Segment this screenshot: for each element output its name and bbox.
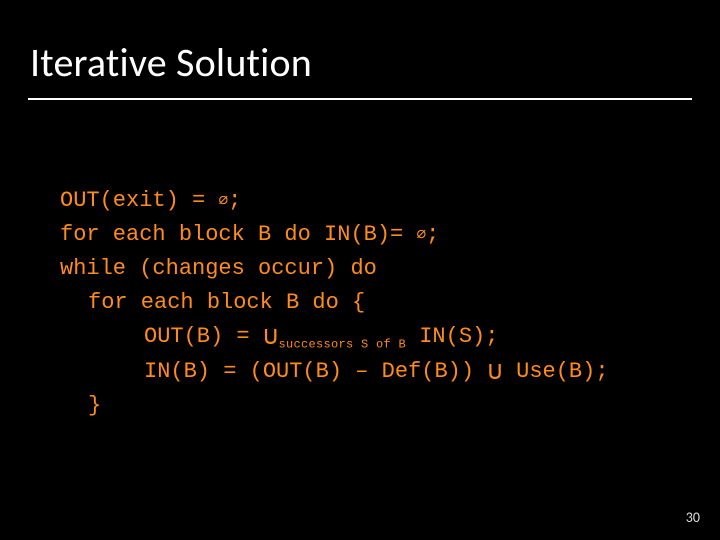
code-text: Use(B); <box>503 359 609 384</box>
empty-set-symbol: ∅ <box>218 192 228 210</box>
union-symbol: ∪ <box>487 357 503 387</box>
slide: Iterative Solution OUT(exit) = ∅; for ea… <box>0 0 720 540</box>
code-text: OUT(exit) = <box>60 188 218 213</box>
code-text: ; <box>228 188 241 213</box>
code-text: OUT(B) = <box>144 324 263 349</box>
code-line-4: for each block B do { <box>60 286 365 320</box>
code-text: IN(S); <box>406 324 498 349</box>
code-block: OUT(exit) = ∅; for each block B do IN(B)… <box>60 150 680 457</box>
code-text: IN(B) = (OUT(B) – Def(B)) <box>144 359 487 384</box>
code-text: ; <box>426 222 439 247</box>
union-symbol: ∪ <box>263 322 279 352</box>
page-number: 30 <box>686 509 700 526</box>
code-line-2: for each block B do IN(B)= ∅; <box>60 222 439 247</box>
subscript-text: successors S of B <box>278 338 406 352</box>
code-line-1: OUT(exit) = ∅; <box>60 188 241 213</box>
code-text: for each block B do IN(B)= <box>60 222 416 247</box>
empty-set-symbol: ∅ <box>416 226 426 244</box>
code-line-5: OUT(B) = ∪successors S of B IN(S); <box>60 320 498 354</box>
slide-title: Iterative Solution <box>30 38 312 87</box>
code-line-7: } <box>60 389 101 423</box>
title-underline <box>28 98 692 100</box>
code-line-6: IN(B) = (OUT(B) – Def(B)) ∪ Use(B); <box>60 355 609 389</box>
code-line-3: while (changes occur) do <box>60 256 377 281</box>
